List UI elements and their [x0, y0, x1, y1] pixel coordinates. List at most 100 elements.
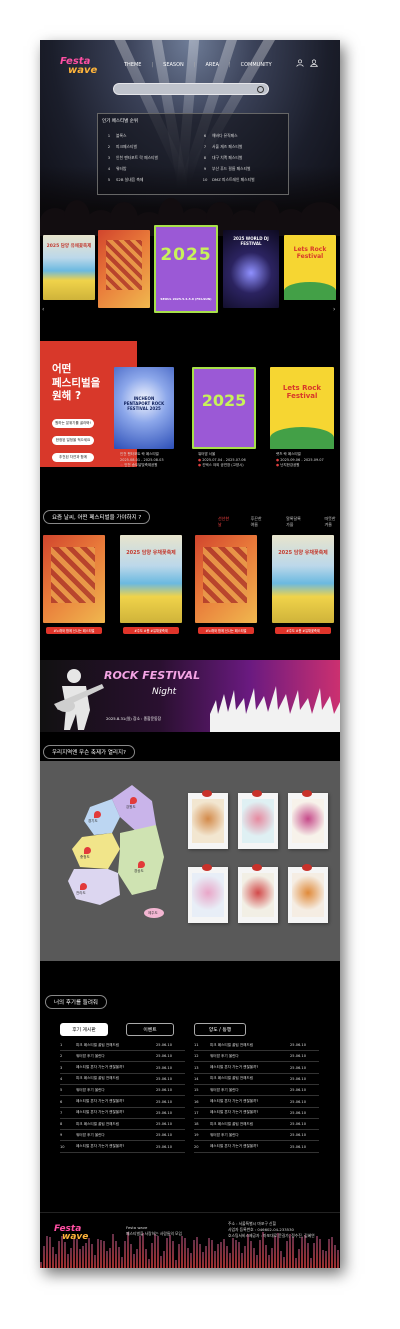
equalizer-bar	[151, 1242, 153, 1268]
review-row[interactable]: 8 피크 페스티벌 꿀팁 전해드림 25.06.10	[60, 1119, 185, 1131]
tab-review-board[interactable]: 후기 게시판	[60, 1023, 108, 1036]
region-festival-card[interactable]	[238, 790, 278, 849]
equalizer-bar	[115, 1240, 117, 1268]
schedule-filter-button[interactable]: 한정된 일정을 적으세요	[52, 436, 94, 445]
equalizer-bar	[238, 1242, 240, 1268]
ranking-item[interactable]: 9 부산 푸드 필름 페스티벌	[198, 163, 288, 174]
ranking-item[interactable]: 10 DMZ 피스트레인 페스티벌	[198, 174, 288, 185]
tab-colorful-autumn[interactable]: 알록달록 가을	[286, 516, 304, 528]
review-row[interactable]: 14 피크 페스티벌 꿀팁 전해드림 25.06.10	[194, 1074, 319, 1085]
review-row[interactable]: 3 페스티벌 혼자 가는거 괜찮을까? 25.06.10	[60, 1063, 185, 1074]
tab-hot-summer[interactable]: 후끈한 여름	[251, 516, 267, 528]
map-region-gyeongsang[interactable]	[118, 825, 164, 895]
site-logo[interactable]: Festa wave	[60, 57, 97, 76]
review-row[interactable]: 7 페스티벌 혼자 가는거 괜찮을까? 25.06.10	[60, 1108, 185, 1119]
region-poster-image	[292, 873, 324, 917]
equalizer-bar	[289, 1234, 291, 1268]
ranking-item[interactable]: 2 피크페스티벌	[102, 141, 192, 152]
rock-festival-banner[interactable]: ROCK FESTIVAL Night 2025.8.31(일) 장소 : 종합…	[40, 660, 340, 732]
region-festival-card[interactable]	[188, 790, 228, 849]
review-title: 페스티벌 혼자 가는거 괜찮을까?	[210, 1099, 259, 1103]
mood-filter-button[interactable]: 원하는 분위기를 골라봐!	[52, 419, 94, 428]
weather-card[interactable]	[195, 535, 257, 623]
nav-separator: |	[193, 62, 196, 68]
equalizer-bar	[85, 1242, 87, 1268]
review-row[interactable]: 17 페스티벌 혼자 가는거 괜찮을까? 25.06.10	[194, 1108, 319, 1119]
nav-season[interactable]: SEASON	[163, 62, 184, 68]
carousel-poster[interactable]: Lets Rock Festival	[284, 235, 336, 300]
region-festival-card[interactable]	[288, 790, 328, 849]
review-row[interactable]: 9 워터밤 후기 올린다 25.06.10	[60, 1130, 185, 1142]
tab-transfer-companion[interactable]: 양도 / 동행	[194, 1023, 246, 1036]
ranking-item[interactable]: 4 워터밤	[102, 163, 192, 174]
map-pin-icon[interactable]	[80, 883, 87, 890]
review-row[interactable]: 18 피크 페스티벌 꿀팁 전해드림 25.06.10	[194, 1119, 319, 1131]
review-row[interactable]: 13 페스티벌 혼자 가는거 괜찮을까? 25.06.10	[194, 1063, 319, 1074]
map-region-jeolla[interactable]	[68, 869, 120, 905]
recommend-poster[interactable]: INCHEON PENTAPORT ROCK FESTIVAL 2025	[114, 367, 174, 449]
map-pin-icon[interactable]	[138, 861, 145, 868]
weather-tabs: 선선한 날 후끈한 여름 알록달록 가을 따뜻한 겨울	[218, 516, 340, 528]
account-icon[interactable]	[310, 59, 318, 67]
chevron-right-icon[interactable]: ›	[333, 306, 335, 313]
review-row[interactable]: 6 페스티벌 혼자 가는거 괜찮을까? 25.06.10	[60, 1097, 185, 1108]
review-row[interactable]: 19 워터밤 후기 올린다 25.06.10	[194, 1130, 319, 1142]
user-icon[interactable]	[296, 59, 304, 67]
tab-event[interactable]: 이벤트	[126, 1023, 174, 1036]
review-row[interactable]: 5 워터밤 후기 올린다 25.06.10	[60, 1085, 185, 1097]
review-row[interactable]: 15 워터밤 후기 올린다 25.06.10	[194, 1085, 319, 1097]
review-number: 3	[60, 1065, 63, 1070]
recommend-poster[interactable]: Lets Rock Festival	[270, 367, 334, 449]
review-title: 페스티벌 혼자 가는거 괜찮을까?	[76, 1099, 125, 1103]
ranking-item[interactable]: 6 해바다 뮤직페스	[198, 130, 288, 141]
search-input[interactable]	[113, 83, 269, 95]
carousel-poster[interactable]: 2025 SEOUL 2025.5.4-5.6 (FRI-SUN)	[154, 225, 218, 313]
footer-logo[interactable]: Festa wave	[54, 1225, 88, 1242]
search-icon[interactable]	[257, 86, 264, 93]
map-pin-icon[interactable]	[94, 811, 101, 818]
weather-card[interactable]: 2025 담양 유채꽃축제	[120, 535, 182, 623]
equalizer-bar	[235, 1240, 237, 1268]
nature-filter-button[interactable]: 추천된 자연과 함께	[52, 453, 94, 462]
region-festival-card[interactable]	[288, 864, 328, 923]
region-festival-card[interactable]	[238, 864, 278, 923]
review-row[interactable]: 16 페스티벌 혼자 가는거 괜찮을까? 25.06.10	[194, 1097, 319, 1108]
map-region-chungcheong[interactable]	[72, 833, 120, 869]
review-number: 13	[194, 1065, 199, 1070]
nav-theme[interactable]: THEME	[124, 62, 141, 68]
poster-subtitle: SEOUL 2025.5.4-5.6 (FRI-SUN)	[160, 297, 212, 301]
tab-warm-winter[interactable]: 따뜻한 겨울	[325, 516, 340, 528]
chevron-left-icon[interactable]: ‹	[42, 306, 44, 313]
equalizer-bar	[145, 1249, 147, 1268]
weather-card[interactable]	[43, 535, 105, 623]
review-number: 12	[194, 1054, 199, 1059]
ranking-item[interactable]: 7 서울 재즈 페스티벌	[198, 141, 288, 152]
review-row[interactable]: 1 피크 페스티벌 꿀팁 전해드림 25.06.10	[60, 1040, 185, 1051]
ranking-item[interactable]: 8 대구 치맥 페스티벌	[198, 152, 288, 163]
map-pin-icon[interactable]	[84, 847, 91, 854]
region-festival-card[interactable]	[188, 864, 228, 923]
carousel-poster[interactable]	[98, 230, 150, 308]
review-number: 14	[194, 1076, 199, 1081]
carousel-poster[interactable]: 2025 WORLD DJ FESTIVAL	[223, 230, 279, 308]
nav-area[interactable]: AREA	[205, 62, 218, 68]
carousel-poster[interactable]: 2025 담양 유채꽃축제	[43, 235, 95, 300]
ranking-item[interactable]: 5 S2B 실내음 축제	[102, 174, 192, 185]
recommend-poster[interactable]: 2025	[192, 367, 256, 449]
weather-card[interactable]: 2025 담양 유채꽃축제	[272, 535, 334, 623]
equalizer-bar	[46, 1236, 48, 1268]
nav-community[interactable]: COMMUNITY	[241, 62, 272, 68]
ranking-item[interactable]: 1 블록스	[102, 130, 192, 141]
review-row[interactable]: 2 워터밤 후기 올린다 25.06.10	[60, 1051, 185, 1063]
review-row[interactable]: 20 페스티벌 혼자 가는거 괜찮을까? 25.06.10	[194, 1142, 319, 1153]
equalizer-bar	[211, 1240, 213, 1268]
tab-cool-day[interactable]: 선선한 날	[218, 516, 231, 528]
review-row[interactable]: 10 페스티벌 혼자 가는거 괜찮을까? 25.06.10	[60, 1142, 185, 1153]
pin-clip-icon	[202, 790, 212, 797]
ranking-item[interactable]: 3 인천 펜타포트 락 페스티벌	[102, 152, 192, 163]
review-row[interactable]: 11 피크 페스티벌 꿀팁 전해드림 25.06.10	[194, 1040, 319, 1051]
ranking-title: 인기 페스티벌 순위	[102, 119, 138, 124]
review-row[interactable]: 12 워터밤 후기 올린다 25.06.10	[194, 1051, 319, 1063]
review-row[interactable]: 4 피크 페스티벌 꿀팁 전해드림 25.06.10	[60, 1074, 185, 1085]
map-pin-icon[interactable]	[130, 797, 137, 804]
